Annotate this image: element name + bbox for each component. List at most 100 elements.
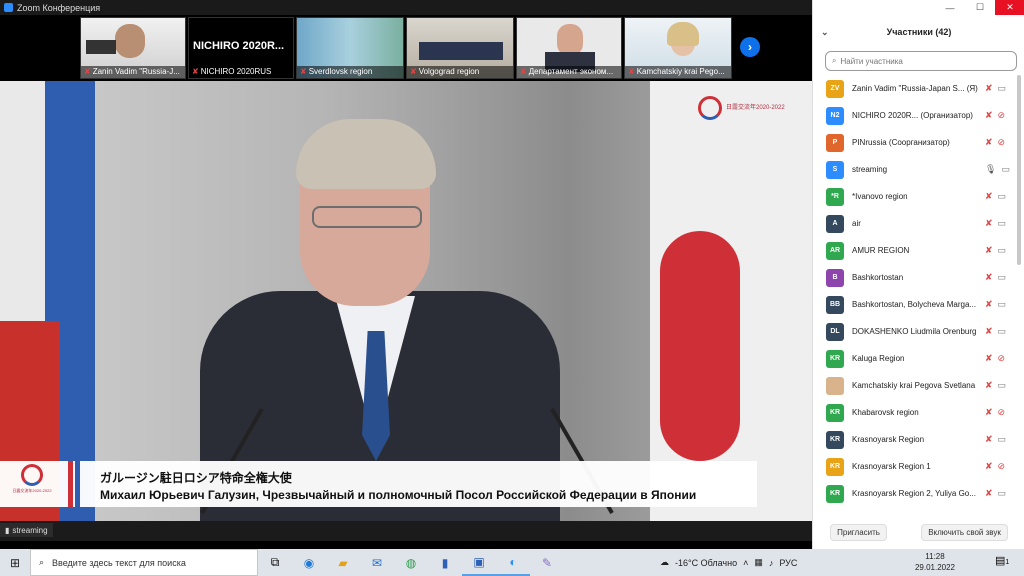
avatar: AR — [826, 241, 844, 260]
mic-muted-icon[interactable]: ✘ — [985, 380, 993, 391]
mic-muted-icon: ✘ — [192, 67, 199, 76]
chrome-icon[interactable]: ◍ — [394, 549, 428, 576]
maximize-button[interactable]: ☐ — [965, 0, 995, 15]
camera-off-icon[interactable]: ⊘ — [998, 407, 1006, 418]
unmute-button[interactable]: Включить свой звук — [921, 524, 1008, 541]
app-icon[interactable]: ▣ — [462, 549, 496, 576]
mic-muted-icon[interactable]: ✘ — [985, 407, 993, 418]
close-button[interactable]: ✕ — [995, 0, 1024, 15]
mic-muted-icon: ✘ — [520, 67, 527, 76]
notification-icon[interactable]: ▤1 — [995, 554, 1009, 567]
camera-off-icon[interactable]: ⊘ — [998, 353, 1006, 364]
start-button[interactable]: ⊞ — [0, 549, 30, 576]
mic-muted-icon[interactable]: ✘ — [985, 488, 993, 499]
thumbnail-tile[interactable]: ✘ Kamchatskiy krai Pego... — [624, 17, 732, 79]
edge-icon[interactable]: ◉ — [292, 549, 326, 576]
thumbnail-tile[interactable]: ✘ Volgograd region — [406, 17, 514, 79]
camera-icon[interactable]: ▭ — [998, 488, 1007, 499]
participant-row[interactable]: AR AMUR REGION ✘ ▭ — [813, 237, 1024, 264]
camera-icon[interactable]: ▭ — [1001, 164, 1010, 175]
thumbnail-tile[interactable]: ✘ Zanin Vadim "Russia-J... — [80, 17, 186, 79]
participant-row[interactable]: N2 NICHIRO 2020R... (Организатор) ✘ ⊘ — [813, 102, 1024, 129]
mail-icon[interactable]: ✉ — [360, 549, 394, 576]
thumbnail-tile[interactable]: NICHIRO 2020R... ✘ NICHIRO 2020RUS — [188, 17, 294, 79]
search-input[interactable] — [840, 56, 1001, 66]
video-thumbnail-strip: ✘ Zanin Vadim "Russia-J... NICHIRO 2020R.… — [0, 15, 812, 81]
system-tray: ☁ -16°C Облачно ˄ ▦ ♪ РУС — [660, 549, 797, 576]
camera-icon[interactable]: ▭ — [998, 191, 1007, 202]
participant-row[interactable]: KR Krasnoyarsk Region 2, Yuliya Go... ✘ ▭ — [813, 480, 1024, 507]
lang-indicator[interactable]: РУС — [779, 558, 797, 568]
mic-muted-icon[interactable]: ✘ — [985, 218, 993, 229]
weather-text[interactable]: -16°C Облачно — [675, 558, 737, 568]
participant-row[interactable]: Sstreaming 🎙 ▭ — [813, 156, 1024, 183]
camera-off-icon[interactable]: ⊘ — [998, 137, 1006, 148]
camera-off-icon[interactable]: ⊘ — [998, 110, 1006, 121]
camera-icon[interactable]: ▭ — [998, 380, 1007, 391]
mic-muted-icon[interactable]: ✘ — [985, 353, 993, 364]
participant-row[interactable]: DL DOKASHENKO Liudmila Orenburg ✘ ▭ — [813, 318, 1024, 345]
thumbnail-big-label: NICHIRO 2020R... — [193, 40, 285, 52]
speaker-glasses — [312, 206, 422, 228]
chevron-up-icon[interactable]: ˄ — [743, 558, 748, 568]
next-page-button[interactable]: › — [740, 37, 760, 57]
participant-search[interactable]: ⌕ — [825, 51, 1017, 71]
participant-row[interactable]: P PINrussia (Соорганизатор) ✘ ⊘ — [813, 129, 1024, 156]
mic-muted-icon[interactable]: ✘ — [985, 326, 993, 337]
camera-icon[interactable]: ▭ — [998, 326, 1007, 337]
participant-row[interactable]: BB Bashkortostan, Bolycheva Marga... ✘ ▭ — [813, 291, 1024, 318]
mic-muted-icon[interactable]: ✘ — [985, 272, 993, 283]
active-speaker-tag: ▮ streaming — [0, 523, 53, 537]
thumbnail-tile[interactable]: ✘ Sverdlovsk region — [296, 17, 404, 79]
zoom-taskbar-icon[interactable]: ◐ — [496, 549, 530, 576]
mic-muted-icon[interactable]: ✘ — [985, 245, 993, 256]
camera-icon[interactable]: ▭ — [998, 218, 1007, 229]
participant-name: Kamchatskiy krai Pegova Svetlana — [852, 381, 976, 390]
mic-muted-icon[interactable]: ✘ — [985, 461, 993, 472]
windows-taskbar: ⊞ ⌕ Введите здесь текст для поиска ⧉ ◉ ▰… — [0, 549, 1024, 576]
thumbnail-name: NICHIRO 2020RUS — [200, 67, 272, 76]
participant-row[interactable]: ZV Zanin Vadim "Russia-Japan S... (Я) ✘ ▭ — [813, 75, 1024, 102]
mic-muted-icon[interactable]: ✘ — [985, 137, 993, 148]
participant-row[interactable]: KR Khabarovsk region ✘ ⊘ — [813, 399, 1024, 426]
participant-name: air — [852, 219, 861, 228]
camera-icon[interactable]: ▭ — [998, 299, 1007, 310]
panel-header: ⌄ Участники (42) — [813, 22, 1024, 42]
task-view-icon[interactable]: ⧉ — [258, 549, 292, 576]
participant-row[interactable]: KR Kaluga Region ✘ ⊘ — [813, 345, 1024, 372]
search-icon: ⌕ — [832, 56, 837, 65]
caption-russian: Михаил Юрьевич Галузин, Чрезвычайный и п… — [100, 488, 697, 502]
chevron-down-icon[interactable]: ⌄ — [821, 22, 829, 42]
camera-icon[interactable]: ▭ — [998, 272, 1007, 283]
camera-icon[interactable]: ▭ — [998, 245, 1007, 256]
mic-muted-icon[interactable]: ✘ — [985, 83, 993, 94]
avatar: B — [826, 268, 844, 287]
participant-row[interactable]: B Bashkortostan ✘ ▭ — [813, 264, 1024, 291]
participant-row[interactable]: *R *Ivanovo region ✘ ▭ — [813, 183, 1024, 210]
word-icon[interactable]: ▮ — [428, 549, 462, 576]
clock[interactable]: 11:28 29.01.2022 — [910, 551, 960, 573]
avatar — [826, 376, 844, 395]
mic-muted-icon[interactable]: ✘ — [985, 434, 993, 445]
mic-muted-icon[interactable]: ✘ — [985, 191, 993, 202]
camera-icon[interactable]: ▭ — [998, 434, 1007, 445]
network-icon[interactable]: ▦ — [754, 557, 763, 568]
volume-icon[interactable]: ♪ — [769, 558, 774, 568]
avatar: DL — [826, 322, 844, 341]
invite-button[interactable]: Пригласить — [830, 524, 887, 541]
mic-muted-icon[interactable]: ✘ — [985, 110, 993, 121]
participant-row[interactable]: KR Krasnoyarsk Region ✘ ▭ — [813, 426, 1024, 453]
taskbar-search[interactable]: ⌕ Введите здесь текст для поиска — [30, 549, 258, 576]
thumbnail-tile[interactable]: ✘ Департамент эконом... — [516, 17, 622, 79]
paint-icon[interactable]: ✎ — [530, 549, 564, 576]
file-explorer-icon[interactable]: ▰ — [326, 549, 360, 576]
participant-row[interactable]: Kamchatskiy krai Pegova Svetlana ✘ ▭ — [813, 372, 1024, 399]
window-titlebar: Zoom Конференция — [0, 0, 812, 15]
mic-icon[interactable]: 🎙 — [985, 164, 996, 175]
participant-row[interactable]: Aair ✘ ▭ — [813, 210, 1024, 237]
camera-icon[interactable]: ▭ — [998, 83, 1007, 94]
minimize-button[interactable]: — — [935, 0, 965, 15]
mic-muted-icon[interactable]: ✘ — [985, 299, 993, 310]
participant-row[interactable]: KR Krasnoyarsk Region 1 ✘ ⊘ — [813, 453, 1024, 480]
camera-off-icon[interactable]: ⊘ — [998, 461, 1006, 472]
